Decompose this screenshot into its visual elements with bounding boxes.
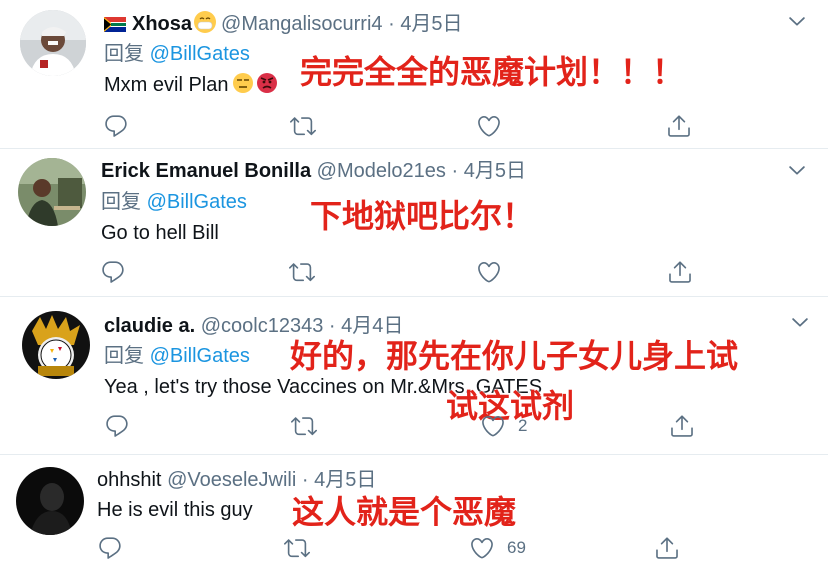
reply-icon[interactable] <box>100 259 126 285</box>
reply-context: 回复 @BillGates <box>101 190 247 214</box>
avatar-image <box>16 467 84 535</box>
separator-dot: · <box>388 13 395 35</box>
tweet-2[interactable]: Erick Emanuel Bonilla @Modelo21es · 4月5日… <box>0 149 828 296</box>
like-icon[interactable] <box>476 113 502 139</box>
display-name[interactable]: claudie a. <box>104 315 195 337</box>
tweet-header: claudie a. @coolc12343 · 4月4日 <box>104 314 403 338</box>
caret-down-icon[interactable] <box>786 159 808 181</box>
separator-dot: · <box>451 160 459 182</box>
like-icon[interactable] <box>469 535 495 561</box>
tweet-text: Mxm evil Plan <box>104 72 278 98</box>
share-icon[interactable] <box>654 535 680 561</box>
avatar[interactable] <box>22 311 90 379</box>
avatar-image <box>22 311 90 379</box>
share-icon[interactable] <box>669 413 695 439</box>
handle[interactable]: @VoeseleJwili <box>167 469 296 491</box>
timestamp[interactable]: 4月5日 <box>314 469 376 491</box>
caret-down-icon[interactable] <box>786 10 808 32</box>
chinese-annotation-line-2: 试这试剂 <box>446 387 575 425</box>
reply-context: 回复 @BillGates <box>104 344 250 368</box>
retweet-icon[interactable] <box>289 259 315 285</box>
angry-face-icon <box>256 72 278 94</box>
display-name[interactable]: Erick Emanuel Bonilla <box>101 160 311 182</box>
like-count: 2 <box>518 416 528 435</box>
retweet-icon[interactable] <box>291 413 317 439</box>
share-icon[interactable] <box>666 113 692 139</box>
avatar-image <box>20 10 86 76</box>
avatar[interactable] <box>16 467 84 535</box>
chinese-annotation: 下地狱吧比尔！ <box>310 197 535 235</box>
chinese-annotation-line-1: 好的，那先在你儿子女儿身上试 <box>290 337 739 375</box>
handle[interactable]: @Mangalisocurri4 <box>221 13 382 35</box>
chinese-annotation: 完完全全的恶魔计划！！！ <box>300 53 685 91</box>
reply-icon[interactable] <box>104 413 130 439</box>
tweet-1[interactable]: Xhosa @Mangalisocurri4 · 4月5日 回复 @BillGa… <box>0 0 828 148</box>
handle[interactable]: @Modelo21es <box>317 160 446 182</box>
display-name[interactable]: Xhosa <box>132 13 192 35</box>
unamused-face-icon <box>232 72 254 94</box>
tweet-text-content: Mxm evil Plan <box>104 74 229 96</box>
share-icon[interactable] <box>667 259 693 285</box>
mention-link[interactable]: @BillGates <box>147 191 247 213</box>
reply-icon[interactable] <box>103 113 129 139</box>
retweet-icon[interactable] <box>290 113 316 139</box>
timestamp[interactable]: 4月5日 <box>464 160 526 182</box>
tweet-header: ohhshit @VoeseleJwili · 4月5日 <box>97 468 376 492</box>
retweet-icon[interactable] <box>284 535 310 561</box>
chinese-annotation: 这人就是个恶魔 <box>292 493 517 531</box>
face-with-medical-mask-icon <box>194 11 217 33</box>
separator-dot: · <box>301 469 309 491</box>
like-count: 69 <box>507 538 526 557</box>
flag-south-africa-icon <box>104 17 126 32</box>
avatar[interactable] <box>18 158 86 226</box>
avatar-image <box>18 158 86 226</box>
handle[interactable]: @coolc12343 <box>201 315 324 337</box>
tweet-text: He is evil this guy <box>97 499 253 521</box>
like-icon[interactable] <box>480 413 506 439</box>
mention-link[interactable]: @BillGates <box>150 345 250 367</box>
reply-label: 回复 <box>101 191 141 213</box>
reply-label: 回复 <box>104 345 144 367</box>
reply-context: 回复 @BillGates <box>104 42 250 66</box>
tweet-header: Erick Emanuel Bonilla @Modelo21es · 4月5日 <box>101 159 526 183</box>
avatar[interactable] <box>20 10 86 76</box>
timestamp[interactable]: 4月4日 <box>341 315 403 337</box>
like-icon[interactable] <box>476 259 502 285</box>
separator-dot: · <box>328 315 336 337</box>
tweet-text: Go to hell Bill <box>101 222 219 244</box>
tweet-header: Xhosa @Mangalisocurri4 · 4月5日 <box>104 11 463 36</box>
reply-label: 回复 <box>104 43 144 65</box>
caret-down-icon[interactable] <box>789 311 811 333</box>
tweet-4[interactable]: ohhshit @VoeseleJwili · 4月5日 He is evil … <box>0 455 828 574</box>
timestamp[interactable]: 4月5日 <box>400 13 462 35</box>
display-name[interactable]: ohhshit <box>97 469 162 491</box>
reply-icon[interactable] <box>97 535 123 561</box>
mention-link[interactable]: @BillGates <box>150 43 250 65</box>
tweet-3[interactable]: claudie a. @coolc12343 · 4月4日 回复 @BillGa… <box>0 297 828 454</box>
